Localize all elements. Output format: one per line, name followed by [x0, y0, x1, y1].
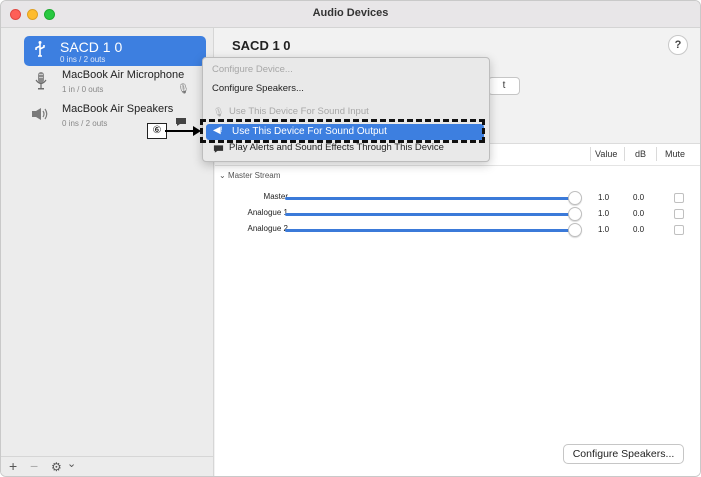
tab-output[interactable]: t: [488, 77, 520, 95]
mute-checkbox[interactable]: [674, 193, 684, 203]
menu-item-play-alerts[interactable]: Play Alerts and Sound Effects Through Th…: [229, 142, 444, 153]
column-header-value: Value: [595, 149, 618, 159]
volume-slider-knob[interactable]: [568, 207, 582, 221]
header-divider: [215, 165, 700, 166]
column-divider: [624, 147, 625, 161]
callout-arrow-line: [165, 130, 195, 132]
device-io-count: 0 ins / 2 outs: [62, 119, 108, 128]
mute-checkbox[interactable]: [674, 209, 684, 219]
channel-label: Analogue 1: [247, 208, 288, 217]
channel-db: 0.0: [633, 209, 645, 218]
sidebar-toolbar: + − ⚙ ⌄: [1, 456, 213, 476]
help-button[interactable]: ?: [668, 35, 688, 55]
device-sidebar: SACD 1 0 0 ins / 2 outs MacBook Air Micr…: [1, 28, 214, 476]
column-divider: [656, 147, 657, 161]
device-name: MacBook Air Speakers: [62, 103, 174, 115]
chevron-down-icon[interactable]: ⌄: [67, 457, 76, 470]
menu-item-use-for-input: Use This Device For Sound Input: [229, 106, 369, 117]
title-bar: Audio Devices: [1, 1, 700, 28]
device-name: MacBook Air Microphone: [62, 69, 185, 81]
device-name: SACD 1 0: [60, 39, 123, 55]
remove-device-button[interactable]: −: [30, 458, 38, 474]
mute-checkbox[interactable]: [674, 225, 684, 235]
column-divider: [590, 147, 591, 161]
menu-item-configure-device: Configure Device...: [212, 64, 293, 75]
audio-devices-window: Audio Devices SACD 1 0 0 ins / 2 outs Ma…: [0, 0, 701, 477]
channel-value: 1.0: [598, 225, 610, 234]
device-io-count: 1 in / 0 outs: [62, 85, 104, 94]
channel-value: 1.0: [598, 193, 610, 202]
usb-icon: [30, 41, 50, 61]
step-callout-label: ⑥: [147, 123, 167, 139]
volume-slider-track[interactable]: [285, 197, 575, 200]
channel-row-analogue-1: Analogue 1 1.0 0.0: [215, 207, 700, 221]
column-header-db: dB: [635, 149, 647, 159]
chevron-down-icon: ⌄: [219, 171, 228, 180]
channel-row-master: Master 1.0 0.0: [215, 191, 700, 205]
microphone-icon: [35, 71, 47, 90]
device-context-menu: Configure Device... Configure Speakers..…: [202, 57, 490, 162]
device-title: SACD 1 0: [232, 38, 291, 53]
channel-label: Analogue 2: [247, 224, 288, 233]
highlight-dashed-frame: [200, 119, 485, 143]
stream-disclosure[interactable]: ⌄ Master Stream: [219, 171, 280, 180]
alert-speech-bubble-icon: [175, 117, 187, 129]
channel-value: 1.0: [598, 209, 610, 218]
alert-speech-bubble-icon: [213, 144, 224, 156]
microphone-icon: 🎙: [213, 107, 225, 117]
channel-db: 0.0: [633, 225, 645, 234]
add-device-button[interactable]: +: [9, 458, 17, 474]
output-volume-panel: Value dB Mute ⌄ Master Stream Master 1.0…: [215, 143, 700, 476]
sidebar-device-sacd[interactable]: SACD 1 0 0 ins / 2 outs: [24, 36, 206, 66]
window-title: Audio Devices: [312, 7, 389, 19]
configure-speakers-button[interactable]: Configure Speakers...: [563, 444, 684, 464]
default-input-microphone-icon: 🎙: [177, 84, 190, 95]
menu-item-configure-speakers[interactable]: Configure Speakers...: [212, 83, 304, 94]
device-io-count: 0 ins / 2 outs: [60, 55, 106, 64]
gear-icon[interactable]: ⚙: [51, 460, 62, 474]
volume-slider-track[interactable]: [285, 229, 575, 232]
channel-label: Master: [263, 192, 288, 201]
volume-slider-knob[interactable]: [568, 223, 582, 237]
channel-db: 0.0: [633, 193, 645, 202]
volume-slider-knob[interactable]: [568, 191, 582, 205]
callout-arrowhead: [193, 126, 201, 136]
volume-slider-track[interactable]: [285, 213, 575, 216]
channel-row-analogue-2: Analogue 2 1.0 0.0: [215, 223, 700, 237]
speaker-icon: [31, 107, 51, 124]
column-header-mute: Mute: [665, 149, 686, 159]
stream-label: Master Stream: [227, 171, 281, 180]
